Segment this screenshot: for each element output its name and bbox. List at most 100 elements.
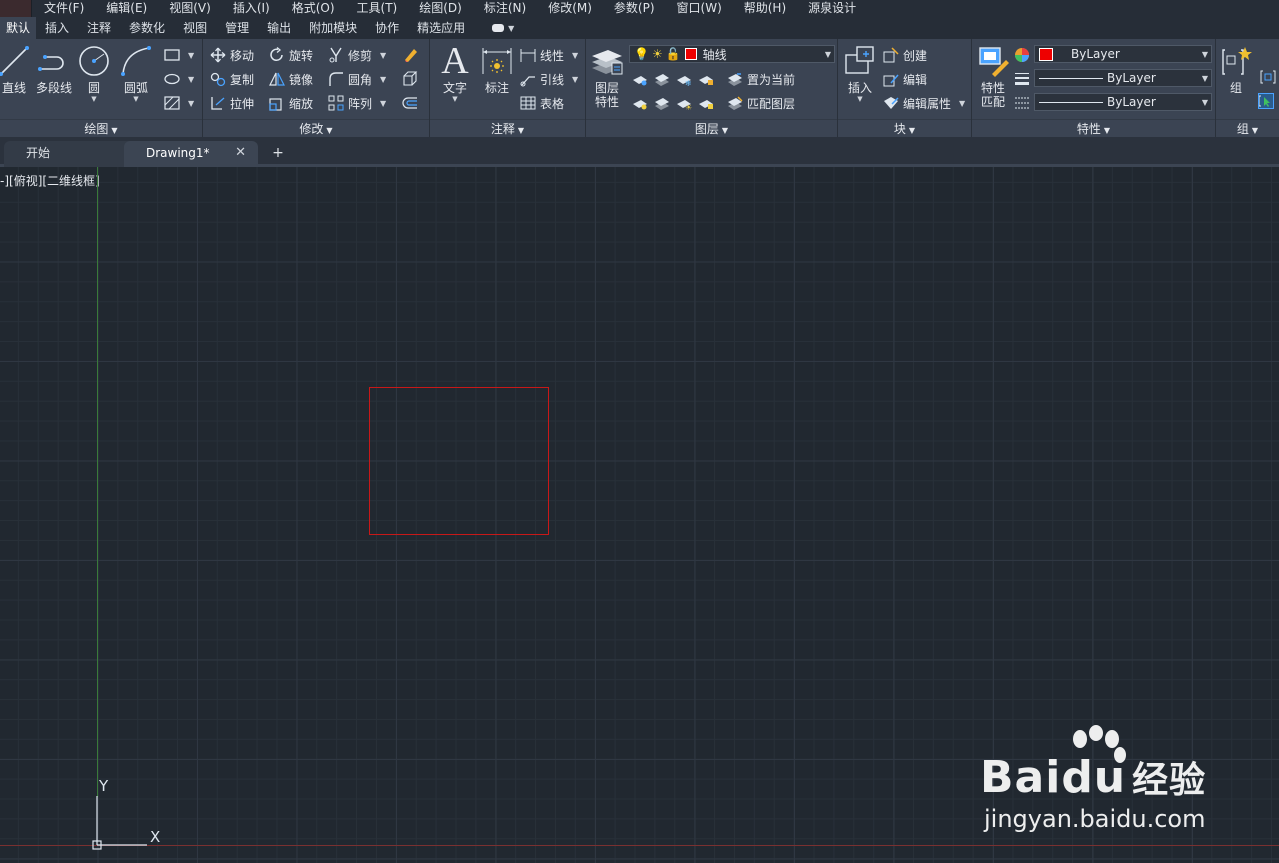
make-current-icon xyxy=(727,71,743,87)
edit-block-button[interactable]: 编辑 xyxy=(883,69,927,89)
tab-annotate[interactable]: 注释 xyxy=(78,17,120,39)
ungroup-icon[interactable] xyxy=(1260,69,1276,85)
tab-manage[interactable]: 管理 xyxy=(216,17,258,39)
copy-button[interactable]: 复制 xyxy=(210,69,254,89)
red-rectangle[interactable] xyxy=(369,387,549,535)
polyline-button[interactable]: 多段线 xyxy=(34,43,74,95)
explode-button[interactable] xyxy=(402,69,418,89)
tab-default[interactable]: 默认 xyxy=(0,17,37,39)
annotation-panel: A 文字 ▼ 标注 线性 ▼ 引线 ▼ 表格 注释 ▼ xyxy=(430,39,586,137)
layer-freeze-icon[interactable]: ❄ xyxy=(676,71,692,87)
text-button[interactable]: A 文字 ▼ xyxy=(435,42,475,103)
trim-icon xyxy=(328,47,344,63)
tab-output[interactable]: 输出 xyxy=(258,17,300,39)
chevron-down-icon: ▼ xyxy=(326,126,333,135)
match-properties-label-2: 匹配 xyxy=(980,95,1005,109)
annotation-panel-title[interactable]: 注释 ▼ xyxy=(430,119,585,137)
layer-on-icon[interactable] xyxy=(632,95,648,111)
close-icon[interactable]: ✕ xyxy=(235,141,246,165)
move-label: 移动 xyxy=(230,48,255,63)
application-menu-button[interactable] xyxy=(0,0,32,17)
chevron-down-icon: ▼ xyxy=(188,50,195,60)
menu-edit[interactable]: 编辑(E) xyxy=(94,0,157,17)
leader-button[interactable]: 引线 ▼ xyxy=(520,69,578,89)
edit-attributes-button[interactable]: 编辑属性 ▼ xyxy=(883,93,965,113)
menu-help[interactable]: 帮助(H) xyxy=(732,0,796,17)
chevron-down-icon: ▼ xyxy=(959,98,966,108)
offset-button[interactable] xyxy=(402,93,418,113)
menu-insert[interactable]: 插入(I) xyxy=(221,0,280,17)
array-button[interactable]: 阵列 ▼ xyxy=(328,93,386,113)
layer-unisolate-icon[interactable] xyxy=(654,95,670,111)
arc-button[interactable]: 圆弧 ▼ xyxy=(116,43,156,103)
fillet-button[interactable]: 圆角 ▼ xyxy=(328,69,386,89)
draw-panel-title[interactable]: 绘图 ▼ xyxy=(0,119,202,137)
menu-file[interactable]: 文件(F) xyxy=(32,0,94,17)
mirror-button[interactable]: 镜像 xyxy=(269,69,313,89)
mirror-label: 镜像 xyxy=(289,72,314,87)
menu-window[interactable]: 窗口(W) xyxy=(665,0,732,17)
menu-plugin[interactable]: 源泉设计 xyxy=(796,0,866,17)
circle-button[interactable]: 圆 ▼ xyxy=(74,43,114,103)
move-button[interactable]: 移动 xyxy=(210,45,254,65)
match-properties-button[interactable]: 特性 匹配 xyxy=(973,43,1013,109)
rectangle-button[interactable]: ▼ xyxy=(164,45,194,65)
match-layer-button[interactable]: 匹配图层 xyxy=(727,93,795,113)
tab-parametric[interactable]: 参数化 xyxy=(120,17,174,39)
properties-panel-title[interactable]: 特性 ▼ xyxy=(972,119,1215,137)
menu-parametric[interactable]: 参数(P) xyxy=(602,0,665,17)
menu-draw[interactable]: 绘图(D) xyxy=(407,0,472,17)
chevron-down-icon: ▼ xyxy=(508,23,515,33)
line-button[interactable]: 直线 xyxy=(0,43,34,95)
linear-dimension-button[interactable]: 线性 ▼ xyxy=(520,45,578,65)
tab-addins[interactable]: 附加模块 xyxy=(300,17,366,39)
make-current-button[interactable]: 置为当前 xyxy=(727,69,795,89)
layer-off-icon[interactable] xyxy=(632,71,648,87)
file-tab-start-label: 开始 xyxy=(26,146,51,160)
menu-format[interactable]: 格式(O) xyxy=(280,0,345,17)
trim-button[interactable]: 修剪 ▼ xyxy=(328,45,386,65)
linetype-icon xyxy=(1014,95,1030,111)
layer-unlock-icon[interactable] xyxy=(698,95,714,111)
erase-button[interactable] xyxy=(402,45,418,65)
lineweight-icon xyxy=(1014,71,1030,87)
groups-panel-title[interactable]: 组 ▼ xyxy=(1216,119,1279,137)
menu-tools[interactable]: 工具(T) xyxy=(345,0,408,17)
scale-button[interactable]: 缩放 xyxy=(269,93,313,113)
modify-panel-title[interactable]: 修改 ▼ xyxy=(203,119,429,137)
linetype-dropdown[interactable]: ByLayer ▼ xyxy=(1034,93,1212,111)
group-button[interactable]: 组 xyxy=(1216,43,1256,95)
menu-view[interactable]: 视图(V) xyxy=(157,0,221,17)
ellipse-button[interactable]: ▼ xyxy=(164,69,194,89)
tab-insert[interactable]: 插入 xyxy=(36,17,78,39)
menu-dimension[interactable]: 标注(N) xyxy=(472,0,536,17)
rotate-button[interactable]: 旋转 xyxy=(269,45,313,65)
menu-modify[interactable]: 修改(M) xyxy=(536,0,602,17)
insert-block-button[interactable]: 插入 ▼ xyxy=(840,43,880,103)
layer-lock-icon[interactable] xyxy=(698,71,714,87)
hatch-button[interactable]: ▼ xyxy=(164,93,194,113)
ribbon-display-toggle[interactable]: ▼ xyxy=(492,22,518,34)
table-button[interactable]: 表格 xyxy=(520,93,564,113)
tab-view[interactable]: 视图 xyxy=(174,17,216,39)
layer-isolate-icon[interactable] xyxy=(654,71,670,87)
file-tab-start[interactable]: 开始 xyxy=(4,141,134,167)
lineweight-dropdown[interactable]: ByLayer ▼ xyxy=(1034,69,1212,87)
copy-label: 复制 xyxy=(230,72,255,87)
dimension-label: 标注 xyxy=(484,81,509,95)
dimension-button[interactable]: 标注 xyxy=(477,43,517,95)
layer-properties-button[interactable]: 图层 特性 xyxy=(587,43,627,109)
new-tab-button[interactable]: + xyxy=(270,145,286,161)
create-block-button[interactable]: 创建 xyxy=(883,45,927,65)
stretch-button[interactable]: 拉伸 xyxy=(210,93,254,113)
color-dropdown[interactable]: ByLayer ▼ xyxy=(1034,45,1212,63)
layer-dropdown[interactable]: 💡 ☀ 🔓 轴线 ▼ xyxy=(629,45,835,63)
block-panel-title[interactable]: 块 ▼ xyxy=(838,119,971,137)
tab-featured-apps[interactable]: 精选应用 xyxy=(408,17,474,39)
tab-collaborate[interactable]: 协作 xyxy=(366,17,408,39)
viewport-controls[interactable]: -][俯视][二维线框] xyxy=(0,172,100,189)
file-tab-drawing1[interactable]: Drawing1* ✕ xyxy=(124,141,258,167)
group-select-icon[interactable] xyxy=(1258,93,1274,109)
layers-panel-title[interactable]: 图层 ▼ xyxy=(586,119,837,137)
layer-thaw-icon[interactable]: ☀ xyxy=(676,95,692,111)
